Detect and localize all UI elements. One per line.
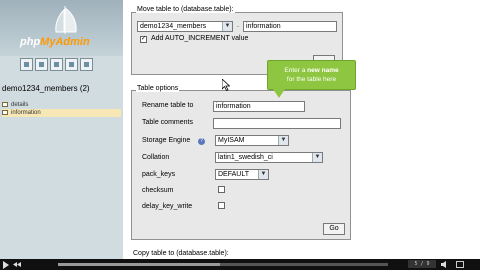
pack-keys-select[interactable]: DEFAULT ▼ — [215, 169, 269, 180]
sql-query-icon[interactable] — [35, 58, 48, 71]
tooltip-callout: Enter a new name for the table here — [267, 60, 356, 90]
mysql-docs-icon[interactable] — [80, 58, 93, 71]
timecode: 5 / 9 — [408, 260, 436, 268]
comments-label: Table comments — [142, 119, 193, 126]
tooltip-pointer — [273, 89, 285, 98]
storage-engine-select[interactable]: MyISAM ▼ — [215, 135, 289, 146]
sail-logo-icon — [55, 6, 77, 34]
dot-separator: . — [237, 22, 239, 29]
table-options-legend: Table options — [136, 85, 180, 92]
move-table-legend: Move table to (database.table): — [136, 6, 235, 13]
auto-increment-checkbox[interactable]: ✓ — [140, 36, 147, 43]
documentation-icon[interactable] — [65, 58, 78, 71]
chevron-down-icon: ▼ — [222, 22, 232, 31]
table-icon — [2, 109, 8, 115]
checksum-label: checksum — [142, 187, 174, 194]
phpmyadmin-logo[interactable]: phpMyAdmin — [0, 0, 123, 56]
chevron-down-icon: ▼ — [278, 136, 288, 145]
mouse-cursor-icon — [222, 79, 230, 91]
volume-icon[interactable] — [441, 261, 449, 268]
table-link-information[interactable]: information — [2, 109, 121, 117]
go-button[interactable]: Go — [323, 223, 345, 235]
auto-increment-label: Add AUTO_INCREMENT value — [151, 35, 249, 42]
collation-value: latin1_swedish_ci — [218, 154, 273, 161]
play-icon[interactable] — [3, 261, 9, 269]
query-window-icon[interactable] — [50, 58, 63, 71]
help-icon[interactable]: ? — [198, 138, 205, 145]
database-name[interactable]: demo1234_members (2) — [2, 84, 90, 93]
navigation-panel: phpMyAdmin demo1234_members (2) details … — [0, 0, 123, 259]
right-margin — [466, 0, 480, 259]
brand-php: php — [20, 36, 41, 48]
move-database-select[interactable]: demo1234_members ▼ — [137, 21, 233, 32]
fullscreen-icon[interactable] — [456, 261, 464, 268]
table-icon — [2, 101, 8, 107]
seek-progress — [58, 263, 220, 266]
nav-icon-bar — [20, 58, 93, 73]
move-database-value: demo1234_members — [140, 23, 207, 30]
table-link-details[interactable]: details — [2, 101, 121, 109]
home-icon[interactable] — [20, 58, 33, 71]
tooltip-line1: Enter a new name — [284, 67, 339, 74]
copy-table-legend: Copy table to (database.table): — [133, 250, 229, 257]
seek-track[interactable] — [58, 263, 388, 266]
table-comments-input[interactable] — [213, 118, 341, 129]
collation-select[interactable]: latin1_swedish_ci ▼ — [215, 152, 323, 163]
checksum-checkbox[interactable] — [218, 186, 225, 193]
brand-myadmin: MyAdmin — [40, 36, 90, 48]
storage-engine-value: MyISAM — [218, 137, 245, 144]
rename-label: Rename table to — [142, 102, 194, 109]
storage-engine-label: Storage Engine — [142, 137, 191, 144]
delay-key-write-checkbox[interactable] — [218, 202, 225, 209]
chevron-down-icon: ▼ — [258, 170, 268, 179]
chevron-down-icon: ▼ — [312, 153, 322, 162]
tooltip-line2: for the table here — [286, 76, 337, 83]
pack-keys-label: pack_keys — [142, 171, 176, 178]
brand-text: phpMyAdmin — [20, 36, 90, 48]
collation-label: Collation — [142, 154, 170, 161]
table-options-fieldset — [131, 90, 351, 240]
video-player-bar: 5 / 9 — [0, 259, 480, 270]
rewind-icon[interactable] — [13, 262, 21, 267]
table-label: information — [11, 110, 41, 116]
move-table-name-input[interactable]: information — [243, 21, 337, 32]
table-label: details — [11, 102, 29, 108]
pack-keys-value: DEFAULT — [218, 171, 249, 178]
rename-table-input[interactable]: information — [213, 101, 305, 112]
delay-key-write-label: delay_key_write — [142, 203, 193, 210]
